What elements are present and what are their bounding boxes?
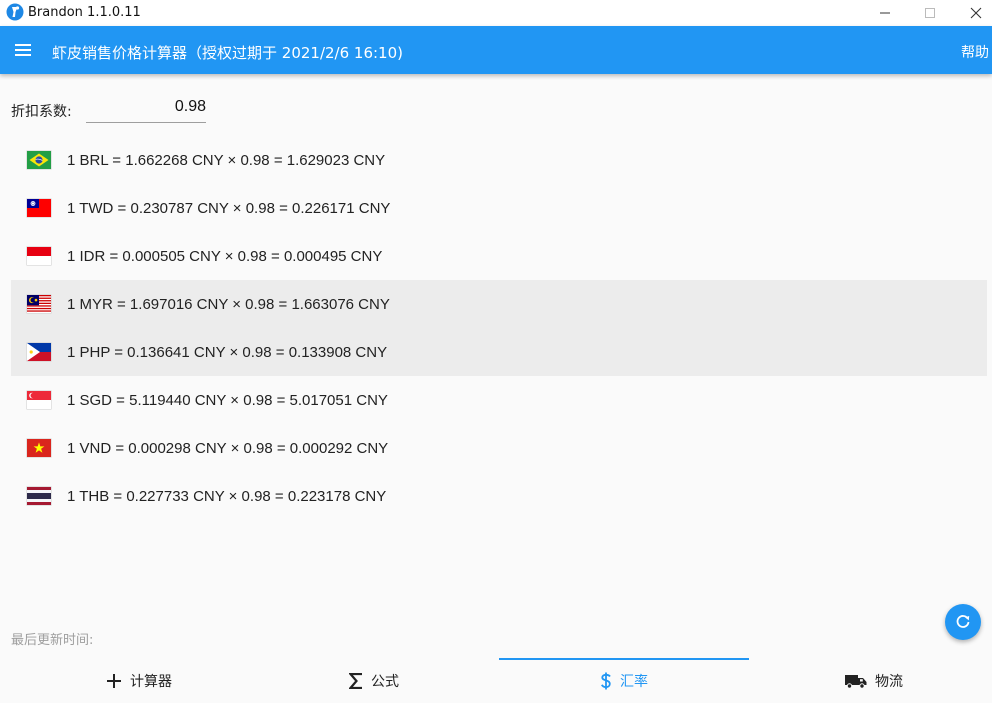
maximize-button[interactable]	[907, 0, 953, 26]
tab-label: 物流	[875, 673, 903, 690]
dollar-icon	[600, 672, 612, 690]
thailand-flag-icon	[27, 487, 51, 505]
hamburger-menu-icon	[15, 44, 31, 56]
minimize-button[interactable]	[862, 0, 908, 26]
tab-logistics[interactable]: 物流	[749, 658, 992, 703]
tab-calculator[interactable]: 计算器	[14, 658, 264, 703]
discount-label: 折扣系数:	[11, 104, 72, 120]
rate-row-myr[interactable]: 1 MYR = 1.697016 CNY × 0.98 = 1.663076 C…	[11, 280, 987, 328]
rate-list: 1 BRL = 1.662268 CNY × 0.98 = 1.629023 C…	[11, 136, 987, 520]
singapore-flag-icon	[27, 391, 51, 409]
rate-text: 1 PHP = 0.136641 CNY × 0.98 = 0.133908 C…	[67, 344, 388, 361]
menu-button[interactable]	[10, 38, 36, 62]
close-button[interactable]	[953, 0, 992, 26]
refresh-button[interactable]	[945, 604, 981, 640]
close-icon	[970, 7, 982, 19]
help-button[interactable]: 帮助	[961, 42, 989, 62]
sigma-icon	[349, 672, 363, 689]
minimize-icon	[880, 12, 890, 14]
rate-row-sgd[interactable]: 1 SGD = 5.119440 CNY × 0.98 = 5.017051 C…	[11, 376, 987, 424]
app-bar: 虾皮销售价格计算器（授权过期于 2021/2/6 16:10) 帮助	[0, 26, 992, 74]
rate-text: 1 MYR = 1.697016 CNY × 0.98 = 1.663076 C…	[67, 296, 390, 313]
bottom-tab-bar: 计算器 公式 汇率 物流	[0, 658, 992, 703]
page-title: 虾皮销售价格计算器（授权过期于 2021/2/6 16:10)	[52, 44, 403, 62]
last-update-label: 最后更新时间:	[11, 633, 94, 648]
tab-formula[interactable]: 公式	[249, 658, 499, 703]
window-title: Brandon 1.1.0.11	[28, 5, 141, 20]
rate-text: 1 VND = 0.000298 CNY × 0.98 = 0.000292 C…	[67, 440, 389, 457]
rate-text: 1 THB = 0.227733 CNY × 0.98 = 0.223178 C…	[67, 488, 387, 505]
indonesia-flag-icon	[27, 247, 51, 265]
taiwan-flag-icon	[27, 199, 51, 217]
plus-icon	[106, 673, 122, 689]
tab-label: 汇率	[620, 673, 648, 690]
tab-exchange-rate[interactable]: 汇率	[499, 658, 749, 703]
window-titlebar: Brandon 1.1.0.11	[0, 0, 992, 26]
malaysia-flag-icon	[27, 295, 51, 313]
rate-row-idr[interactable]: 1 IDR = 0.000505 CNY × 0.98 = 0.000495 C…	[11, 232, 987, 280]
discount-input[interactable]	[86, 92, 206, 123]
tab-label: 计算器	[130, 673, 172, 690]
maximize-icon	[925, 8, 935, 18]
tab-label: 公式	[371, 673, 399, 690]
refresh-icon	[956, 615, 970, 628]
rate-text: 1 IDR = 0.000505 CNY × 0.98 = 0.000495 C…	[67, 248, 383, 265]
philippines-flag-icon	[27, 343, 51, 361]
rate-row-brl[interactable]: 1 BRL = 1.662268 CNY × 0.98 = 1.629023 C…	[11, 136, 987, 184]
rate-row-vnd[interactable]: 1 VND = 0.000298 CNY × 0.98 = 0.000292 C…	[11, 424, 987, 472]
rate-text: 1 TWD = 0.230787 CNY × 0.98 = 0.226171 C…	[67, 200, 391, 217]
rate-text: 1 SGD = 5.119440 CNY × 0.98 = 5.017051 C…	[67, 392, 388, 409]
rate-row-thb[interactable]: 1 THB = 0.227733 CNY × 0.98 = 0.223178 C…	[11, 472, 987, 520]
truck-icon	[845, 673, 867, 689]
rate-row-twd[interactable]: 1 TWD = 0.230787 CNY × 0.98 = 0.226171 C…	[11, 184, 987, 232]
rate-row-php[interactable]: 1 PHP = 0.136641 CNY × 0.98 = 0.133908 C…	[11, 328, 987, 376]
app-logo-icon	[6, 3, 24, 21]
active-tab-indicator	[499, 658, 749, 660]
brazil-flag-icon	[27, 151, 51, 169]
rate-text: 1 BRL = 1.662268 CNY × 0.98 = 1.629023 C…	[67, 152, 386, 169]
vietnam-flag-icon	[27, 439, 51, 457]
